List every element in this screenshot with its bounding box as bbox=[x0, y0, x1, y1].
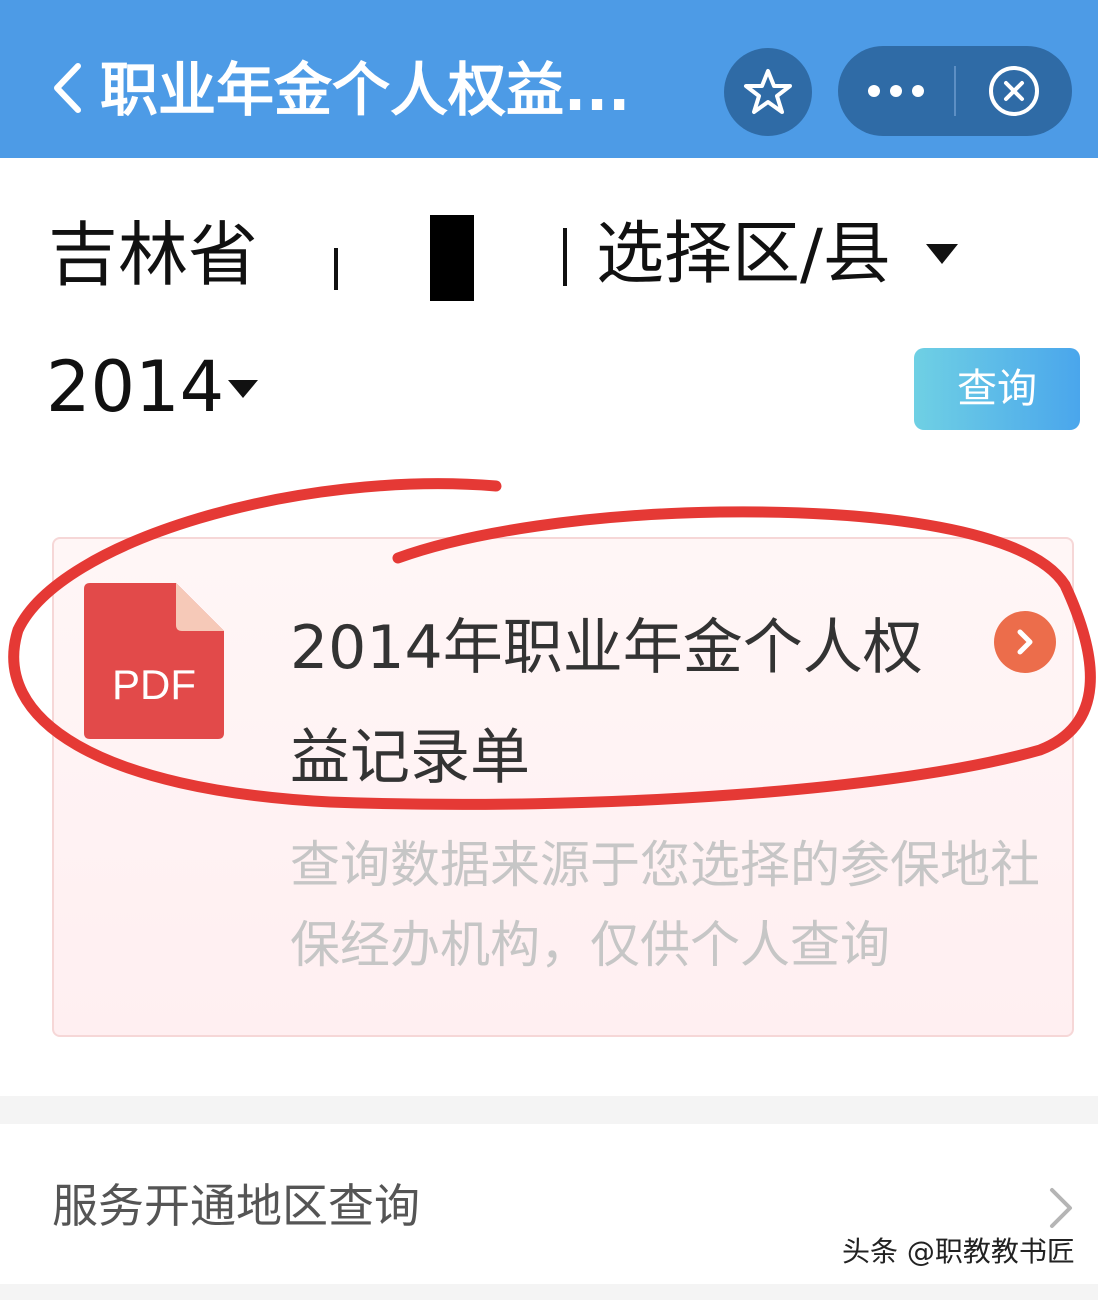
open-document-button[interactable] bbox=[994, 611, 1056, 673]
region-filter-row: 吉林省 选择区/县 bbox=[48, 200, 1048, 310]
chevron-right-circle-icon bbox=[1017, 629, 1033, 655]
result-card[interactable]: PDF 2014年职业年金个人权益记录单 查询数据来源于您选择的参保地社保经办机… bbox=[52, 537, 1074, 1037]
close-button[interactable] bbox=[956, 46, 1072, 136]
district-selector[interactable]: 选择区/县 bbox=[596, 210, 891, 300]
caret-down-icon[interactable] bbox=[226, 378, 260, 400]
more-dots-icon bbox=[868, 85, 924, 97]
chevron-left-icon[interactable] bbox=[52, 62, 82, 114]
star-icon bbox=[744, 69, 792, 114]
redacted-city[interactable] bbox=[430, 215, 474, 301]
capsule-menu bbox=[838, 46, 1072, 136]
query-button[interactable]: 查询 bbox=[914, 348, 1080, 430]
year-selector[interactable]: 2014 bbox=[46, 342, 224, 432]
more-button[interactable] bbox=[838, 46, 954, 136]
favorite-button[interactable] bbox=[724, 48, 812, 136]
close-circle-icon bbox=[989, 66, 1039, 116]
watermark: 头条 @职教教书匠 bbox=[842, 1235, 1075, 1268]
separator bbox=[334, 248, 338, 290]
page-title: 职业年金个人权益... bbox=[100, 56, 631, 124]
section-divider bbox=[0, 1096, 1098, 1124]
navigation-bar: 职业年金个人权益... bbox=[0, 0, 1098, 158]
separator bbox=[563, 228, 567, 286]
bottom-divider bbox=[0, 1284, 1098, 1300]
service-area-label: 服务开通地区查询 bbox=[52, 1179, 420, 1233]
province-selector[interactable]: 吉林省 bbox=[48, 210, 258, 300]
caret-down-icon[interactable] bbox=[924, 242, 960, 266]
document-title[interactable]: 2014年职业年金个人权益记录单 bbox=[290, 593, 970, 813]
chevron-right-icon bbox=[1050, 1188, 1072, 1228]
data-source-note: 查询数据来源于您选择的参保地社保经办机构，仅供个人查询 bbox=[290, 836, 1040, 974]
pdf-icon-label: PDF bbox=[112, 661, 196, 708]
pdf-file-icon: PDF bbox=[84, 583, 224, 739]
